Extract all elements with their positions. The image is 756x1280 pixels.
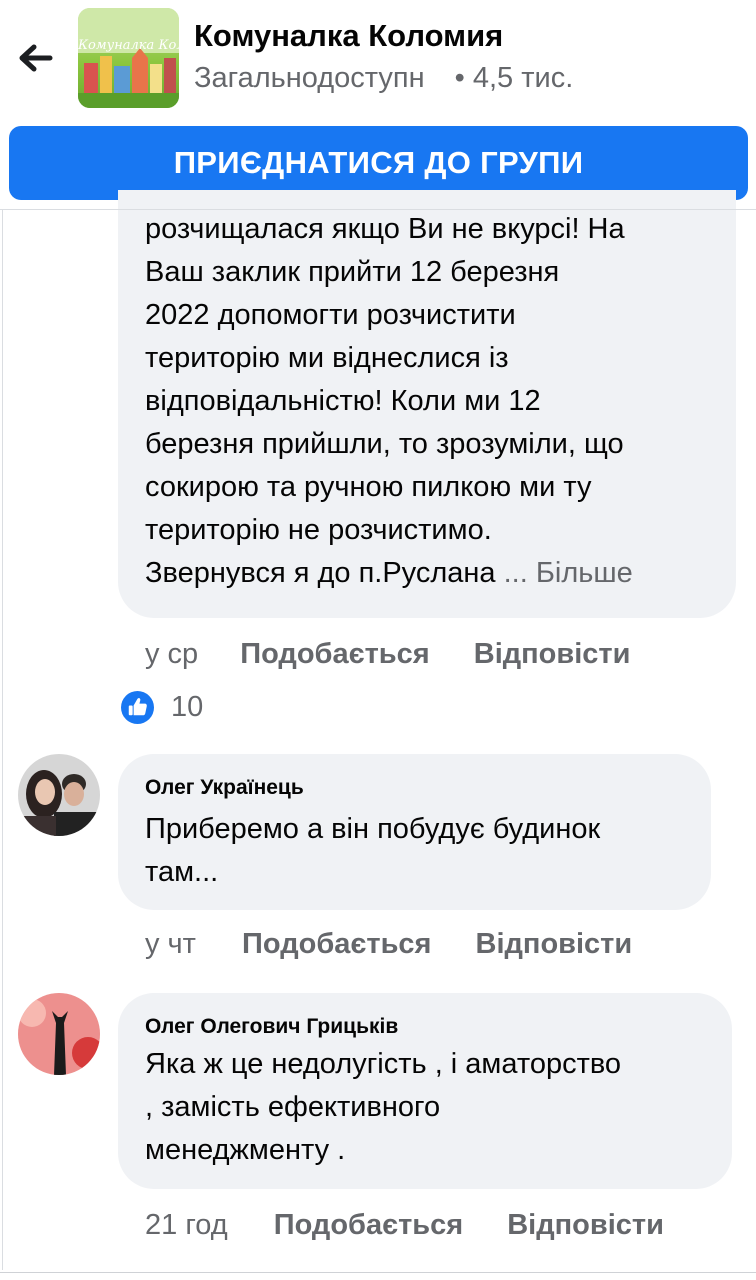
see-more-link[interactable]: ... Більше [504, 557, 633, 589]
comment-actions: 21 год Подобається Відповісти [145, 1209, 664, 1242]
comment-timestamp[interactable]: 21 год [145, 1209, 228, 1241]
reaction-summary[interactable]: 10 [121, 690, 203, 724]
comment-text: Приберемо а він побудує будинок там... [145, 808, 705, 894]
like-action[interactable]: Подобається [242, 928, 431, 960]
comment-line: розчищалася якщо Ви не вкурсі! На [145, 213, 625, 245]
comment-timestamp[interactable]: у чт [145, 928, 196, 960]
back-arrow-icon [19, 44, 53, 72]
comment-line: територію ми віднеслися із [145, 342, 509, 374]
comment-line: , замість ефективного [145, 1091, 441, 1123]
comment-line: Звернувся я до п.Руслана [145, 557, 496, 589]
avatar[interactable] [18, 993, 100, 1075]
like-thumb-icon [121, 690, 154, 724]
comment-line: березня прийшли, то зрозуміли, що [145, 428, 624, 460]
comment-line: сокирою та ручною пилкою ми ту [145, 471, 592, 503]
comment-line: менеджменту . [145, 1134, 346, 1166]
comment-line: відповідальністю! Коли ми 12 [145, 385, 541, 417]
thread-rule [2, 210, 3, 1270]
group-header: Комуналка Коломия Комуналка Коломия Зага… [0, 0, 756, 210]
reaction-count: 10 [171, 690, 204, 723]
comment-author[interactable]: Олег Олегович Грицьків [145, 1015, 398, 1039]
comment-actions: у чт Подобається Відповісти [145, 928, 632, 961]
reply-action[interactable]: Відповісти [507, 1209, 664, 1241]
header-divider [0, 209, 756, 210]
like-action[interactable]: Подобається [274, 1209, 463, 1241]
reply-action[interactable]: Відповісти [476, 928, 633, 960]
group-visibility: Загальнодоступн [194, 62, 425, 94]
comment-line: 2022 допомогти розчистити [145, 299, 516, 331]
reply-action[interactable]: Відповісти [474, 638, 631, 670]
group-title[interactable]: Комуналка Коломия [194, 18, 503, 54]
comment-line: Приберемо а він побудує будинок [145, 813, 601, 845]
comment-author[interactable]: Олег Українець [145, 776, 304, 800]
comment-line: там... [145, 856, 219, 888]
comment-text: Яка ж це недолугість , і аматорство , за… [145, 1043, 735, 1172]
comment-line: територію не розчистимо. [145, 514, 492, 546]
comment-timestamp[interactable]: у ср [145, 638, 198, 670]
back-button[interactable] [14, 38, 58, 78]
bottom-divider [0, 1272, 756, 1273]
like-action[interactable]: Подобається [240, 638, 429, 670]
join-group-button[interactable]: ПРИЄДНАТИСЯ ДО ГРУПИ [9, 126, 748, 200]
comment-actions: у ср Подобається Відповісти [145, 638, 630, 671]
group-cover-thumbnail[interactable]: Комуналка Коломия [78, 8, 179, 108]
comment-text: розчищалася якщо Ви не вкурсі! На Ваш за… [145, 208, 735, 595]
group-meta: Загальнодоступн • 4,5 тис. [194, 62, 573, 95]
group-members-count: • 4,5 тис. [454, 62, 574, 94]
group-thumbnail-text: Комуналка Коломия [78, 38, 179, 53]
avatar[interactable] [18, 754, 100, 836]
comment-line: Яка ж це недолугість , і аматорство [145, 1048, 622, 1080]
comment-line: Ваш заклик прийти 12 березня [145, 256, 560, 288]
